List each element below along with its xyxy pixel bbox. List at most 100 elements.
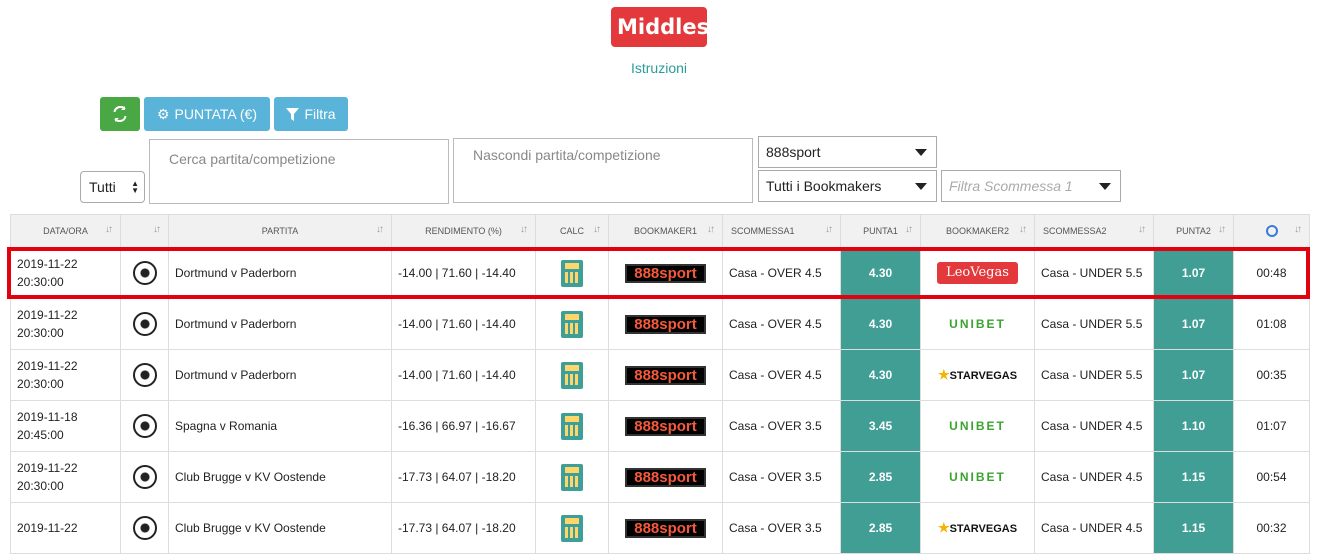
- cell-datetime: 2019-11-22 20:30:00: [10, 247, 121, 299]
- sort-icon: ↓↑: [376, 224, 384, 235]
- col-header-bookmaker1[interactable]: BOOKMAKER1 ↓↑: [608, 214, 723, 248]
- table-row[interactable]: 2019-11-22 20:30:00 Dortmund v Paderborn …: [10, 298, 1310, 350]
- hide-textarea[interactable]: Nascondi partita/competizione: [453, 138, 753, 203]
- cell-bet2: Casa - UNDER 5.5: [1034, 298, 1154, 350]
- col-header-scommessa1[interactable]: SCOMMESSA1 ↓↑: [722, 214, 841, 248]
- cell-odd2[interactable]: 1.07: [1153, 298, 1234, 350]
- col-header-scommessa2[interactable]: SCOMMESSA2 ↓↑: [1034, 214, 1154, 248]
- logo-888sport: 888sport: [625, 263, 706, 283]
- search-textarea[interactable]: Cerca partita/competizione: [149, 139, 449, 204]
- refresh-button[interactable]: [100, 97, 140, 131]
- logo-unibet: UNIBET: [949, 317, 1006, 332]
- col-header-calc[interactable]: CALC ↓↑: [535, 214, 609, 248]
- cell-calc[interactable]: [535, 247, 609, 299]
- cell-bookmaker1[interactable]: 888sport: [608, 247, 723, 299]
- col-header-age[interactable]: ↓↑: [1233, 214, 1310, 248]
- filtra-label: Filtra: [304, 106, 336, 122]
- cell-odd2[interactable]: 1.10: [1153, 400, 1234, 452]
- cell-odd2[interactable]: 1.07: [1153, 247, 1234, 299]
- cell-match[interactable]: Dortmund v Paderborn: [168, 247, 392, 299]
- cell-odd2[interactable]: 1.15: [1153, 502, 1234, 554]
- star-icon: ★: [937, 520, 950, 535]
- cell-bookmaker2[interactable]: UNIBET: [920, 298, 1035, 350]
- cell-bookmaker1[interactable]: 888sport: [608, 502, 723, 554]
- sort-icon: ↓↑: [520, 224, 528, 235]
- col-header-punta2[interactable]: PUNTA2 ↓↑: [1153, 214, 1234, 248]
- cell-calc[interactable]: [535, 451, 609, 503]
- title-wrap: Middles: [0, 7, 1318, 47]
- cell-calc[interactable]: [535, 349, 609, 401]
- calculator-icon[interactable]: [561, 259, 583, 287]
- cell-time: 20:45:00: [17, 428, 64, 442]
- cell-bookmaker1[interactable]: 888sport: [608, 451, 723, 503]
- cell-date: 2019-11-22: [17, 257, 78, 271]
- calculator-icon[interactable]: [561, 310, 583, 338]
- cell-bet2: Casa - UNDER 4.5: [1034, 451, 1154, 503]
- cell-age: 01:07: [1233, 400, 1310, 452]
- logo-unibet: UNIBET: [949, 419, 1006, 434]
- calculator-icon[interactable]: [561, 463, 583, 491]
- cell-age: 00:54: [1233, 451, 1310, 503]
- bookmaker2-select[interactable]: Tutti i Bookmakers: [758, 170, 937, 202]
- calculator-icon[interactable]: [561, 412, 583, 440]
- cell-odd1[interactable]: 2.85: [840, 502, 921, 554]
- instructions-link[interactable]: Istruzioni: [0, 60, 1318, 76]
- cell-date: 2019-11-22: [17, 521, 78, 535]
- cell-yield: -17.73 | 64.07 | -18.20: [391, 502, 536, 554]
- col-header-punta1[interactable]: PUNTA1 ↓↑: [840, 214, 921, 248]
- cell-bookmaker2[interactable]: ★STARVEGAS: [920, 349, 1035, 401]
- cell-match[interactable]: Club Brugge v KV Oostende: [168, 451, 392, 503]
- cell-bookmaker1[interactable]: 888sport: [608, 349, 723, 401]
- table-row[interactable]: 2019-11-22 20:30:00 Dortmund v Paderborn …: [10, 349, 1310, 401]
- cell-match[interactable]: Dortmund v Paderborn: [168, 349, 392, 401]
- type-select[interactable]: Tutti ▲ ▼: [80, 171, 145, 203]
- cell-odd1[interactable]: 4.30: [840, 349, 921, 401]
- puntata-label: PUNTATA (€): [174, 106, 257, 122]
- col-header-partita[interactable]: PARTITA ↓↑: [168, 214, 392, 248]
- cell-calc[interactable]: [535, 298, 609, 350]
- cell-bookmaker1[interactable]: 888sport: [608, 298, 723, 350]
- table-header-row: DATA/ORA ↓↑ ↓↑ PARTITA ↓↑ RENDIMENTO (%) ↓↑…: [10, 214, 1310, 248]
- table-row[interactable]: 2019-11-22 20:30:00 Dortmund v Paderborn …: [10, 247, 1310, 299]
- cell-bookmaker2[interactable]: UNIBET: [920, 400, 1035, 452]
- table-row[interactable]: 2019-11-18 20:45:00 Spagna v Romania -16.…: [10, 400, 1310, 452]
- cell-bet1: Casa - OVER 3.5: [722, 400, 841, 452]
- cell-bookmaker2[interactable]: UNIBET: [920, 451, 1035, 503]
- logo-888sport: 888sport: [625, 416, 706, 436]
- cell-odd1[interactable]: 3.45: [840, 400, 921, 452]
- table-row[interactable]: 2019-11-22 Club Brugge v KV Oostende -17…: [10, 502, 1310, 554]
- cell-age: 00:48: [1233, 247, 1310, 299]
- bookmaker1-select[interactable]: 888sport: [758, 136, 937, 168]
- col-header-sport[interactable]: ↓↑: [120, 214, 169, 248]
- cell-bet1: Casa - OVER 3.5: [722, 451, 841, 503]
- calculator-icon[interactable]: [561, 361, 583, 389]
- logo-unibet: UNIBET: [949, 470, 1006, 485]
- cell-match[interactable]: Club Brugge v KV Oostende: [168, 502, 392, 554]
- cell-bet1: Casa - OVER 4.5: [722, 298, 841, 350]
- cell-odd2[interactable]: 1.07: [1153, 349, 1234, 401]
- cell-odd1[interactable]: 2.85: [840, 451, 921, 503]
- col-header-bookmaker2[interactable]: BOOKMAKER2 ↓↑: [920, 214, 1035, 248]
- star-icon: ★: [937, 367, 950, 382]
- cell-age: 00:35: [1233, 349, 1310, 401]
- cell-calc[interactable]: [535, 502, 609, 554]
- filtra-button[interactable]: Filtra: [274, 97, 348, 131]
- cell-sport: [120, 451, 169, 503]
- cell-bookmaker2[interactable]: ★STARVEGAS: [920, 502, 1035, 554]
- cell-yield: -14.00 | 71.60 | -14.40: [391, 298, 536, 350]
- cell-odd2[interactable]: 1.15: [1153, 451, 1234, 503]
- col-header-rendimento[interactable]: RENDIMENTO (%) ↓↑: [391, 214, 536, 248]
- soccer-ball-icon: [132, 414, 157, 438]
- table-row[interactable]: 2019-11-22 20:30:00 Club Brugge v KV Oost…: [10, 451, 1310, 503]
- cell-match[interactable]: Dortmund v Paderborn: [168, 298, 392, 350]
- puntata-button[interactable]: ⚙ PUNTATA (€): [144, 97, 270, 131]
- cell-odd1[interactable]: 4.30: [840, 247, 921, 299]
- cell-match[interactable]: Spagna v Romania: [168, 400, 392, 452]
- cell-odd1[interactable]: 4.30: [840, 298, 921, 350]
- scommessa-filter-select[interactable]: Filtra Scommessa 1: [941, 170, 1121, 202]
- col-header-dataora[interactable]: DATA/ORA ↓↑: [10, 214, 121, 248]
- cell-calc[interactable]: [535, 400, 609, 452]
- calculator-icon[interactable]: [561, 514, 583, 542]
- cell-bookmaker1[interactable]: 888sport: [608, 400, 723, 452]
- cell-bookmaker2[interactable]: LeoVegas: [920, 247, 1035, 299]
